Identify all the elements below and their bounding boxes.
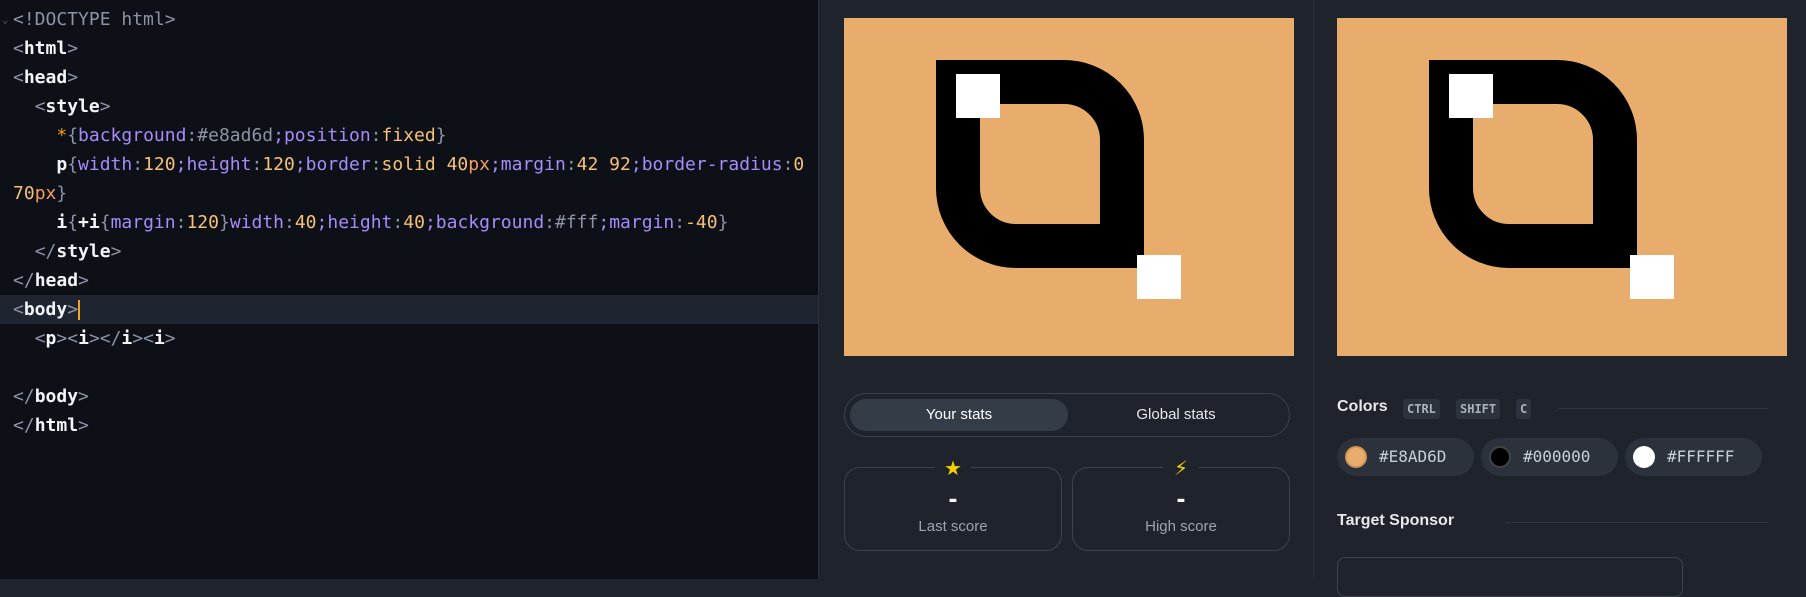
code-line[interactable]: ⌄ <!DOCTYPE html> xyxy=(0,5,818,34)
section-rule xyxy=(1558,408,1768,409)
code-line[interactable]: p{width:120;height:120;border:solid 40px… xyxy=(0,150,818,179)
color-swatch-chip[interactable]: #FFFFFF xyxy=(1625,438,1762,476)
code-line[interactable]: *{background:#e8ad6d;position:fixed} xyxy=(0,121,818,150)
colors-title: Colors xyxy=(1337,398,1388,415)
color-dot xyxy=(1345,446,1367,468)
star-icon: ★ xyxy=(935,455,971,481)
code-line[interactable]: <head> xyxy=(0,63,818,92)
code-line[interactable]: </html> xyxy=(0,411,818,440)
target-white-square xyxy=(1630,255,1674,299)
shortcut-key: C xyxy=(1516,399,1532,419)
tab-global-stats[interactable]: Global stats xyxy=(1067,399,1285,431)
preview-white-square xyxy=(1137,255,1181,299)
last-score-value: - xyxy=(948,488,958,513)
code-line[interactable]: i{+i{margin:120}width:40;height:40;backg… xyxy=(0,208,818,237)
section-rule xyxy=(1505,522,1768,523)
shortcut-key: SHIFT xyxy=(1456,399,1501,419)
color-swatch-chip[interactable]: #000000 xyxy=(1481,438,1618,476)
code-editor[interactable]: ⌄ <!DOCTYPE html> <html> <head> <style> *… xyxy=(0,0,818,579)
output-preview[interactable] xyxy=(844,18,1294,356)
code-line[interactable]: <p><i></i><i> xyxy=(0,324,818,353)
code-line[interactable]: </head> xyxy=(0,266,818,295)
color-dot xyxy=(1633,446,1655,468)
tab-your-stats[interactable]: Your stats xyxy=(850,399,1068,431)
code-line[interactable]: <style> xyxy=(0,92,818,121)
high-score-label: High score xyxy=(1145,518,1217,535)
code-line[interactable]: <html> xyxy=(0,34,818,63)
panel-divider[interactable] xyxy=(818,0,819,579)
code-line[interactable]: </style> xyxy=(0,237,818,266)
stats-toggle[interactable]: Your stats Global stats xyxy=(844,393,1290,437)
high-score-card: ⚡ - High score xyxy=(1072,455,1290,551)
sponsor-box[interactable] xyxy=(1337,557,1683,597)
text-caret xyxy=(78,300,81,320)
code-line[interactable]: </body> xyxy=(0,382,818,411)
preview-white-square xyxy=(956,74,1000,118)
code-line[interactable]: 70px} xyxy=(0,179,818,208)
target-image xyxy=(1337,18,1787,356)
target-white-square xyxy=(1449,74,1493,118)
target-sponsor-title: Target Sponsor xyxy=(1337,512,1455,529)
fold-icon[interactable]: ⌄ xyxy=(2,5,9,34)
high-score-value: - xyxy=(1176,488,1186,513)
code-line-active[interactable]: <body> xyxy=(0,295,818,324)
panel-divider[interactable] xyxy=(1313,0,1314,579)
last-score-label: Last score xyxy=(918,518,988,535)
color-dot xyxy=(1489,446,1511,468)
last-score-card: ★ - Last score xyxy=(844,455,1062,551)
color-swatch-chip[interactable]: #E8AD6D xyxy=(1337,438,1474,476)
shortcut-key: CTRL xyxy=(1403,399,1440,419)
lightning-icon: ⚡ xyxy=(1163,455,1199,481)
